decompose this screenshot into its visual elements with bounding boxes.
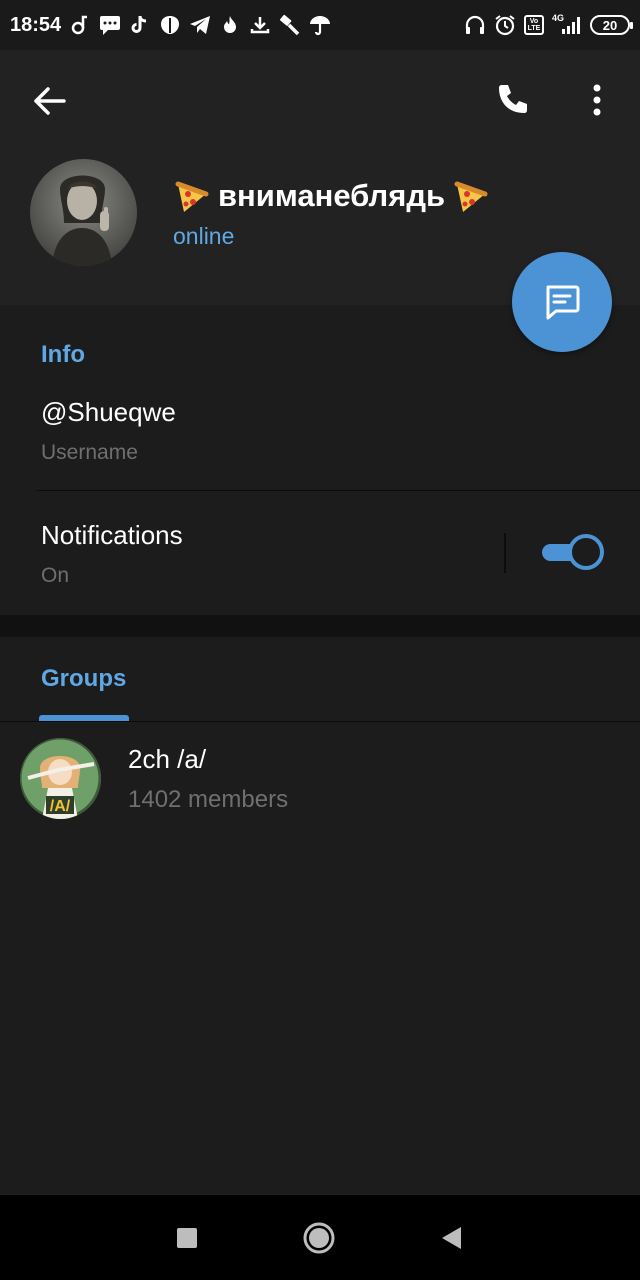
music-note-icon <box>69 14 91 36</box>
system-icons: Vo LTE 4G 20 <box>464 14 633 36</box>
info-section: Info @Shueqwe Username Notifications On <box>0 305 640 615</box>
profile-avatar[interactable] <box>30 159 137 266</box>
online-status: online <box>173 223 235 249</box>
shield-app-icon <box>159 14 181 36</box>
username-value[interactable]: @Shueqwe <box>41 397 176 428</box>
send-message-button[interactable] <box>512 252 612 352</box>
signal-icon: 4G <box>552 14 582 36</box>
alarm-icon <box>494 14 516 36</box>
circle-icon <box>303 1222 335 1254</box>
back-button[interactable] <box>26 78 72 124</box>
toggle-knob <box>568 534 604 570</box>
square-icon <box>177 1228 197 1248</box>
battery-level: 20 <box>602 17 618 33</box>
more-options-button[interactable] <box>574 76 620 124</box>
umbrella-icon <box>309 14 331 36</box>
more-vertical-icon <box>593 84 601 116</box>
notifications-toggle[interactable] <box>542 534 604 570</box>
hammer-icon <box>279 14 301 36</box>
telegram-icon <box>189 14 211 36</box>
message-icon <box>99 14 121 36</box>
pizza-emoji-icon <box>175 181 209 212</box>
username-label: Username <box>41 441 138 464</box>
profile-name-text: вниманеблядь <box>218 178 446 213</box>
battery-indicator: 20 <box>590 15 633 35</box>
list-item[interactable]: /A/ 2ch /a/ 1402 members <box>0 732 640 827</box>
groups-section: Groups /A/ 2ch /a/ 1402 members <box>0 637 640 1195</box>
phone-icon <box>499 85 527 113</box>
triangle-back-icon <box>442 1227 461 1249</box>
group-avatar: /A/ <box>20 738 101 819</box>
arrow-left-icon <box>34 87 66 115</box>
message-icon <box>546 285 580 320</box>
tab-groups[interactable]: Groups <box>41 665 126 693</box>
group-members-count: 1402 members <box>128 786 289 813</box>
recent-apps-button[interactable] <box>170 1221 204 1255</box>
back-nav-button[interactable] <box>434 1221 468 1255</box>
tiktok-icon <box>129 14 151 36</box>
flame-icon <box>219 14 241 36</box>
vertical-separator <box>504 533 506 573</box>
call-button[interactable] <box>488 76 536 124</box>
notifications-label[interactable]: Notifications <box>41 520 183 551</box>
profile-photo <box>30 159 137 266</box>
pizza-emoji-icon <box>454 181 488 212</box>
group-avatar-logo: /A/ <box>50 798 71 815</box>
system-navigation-bar <box>0 1195 640 1280</box>
profile-name: вниманеблядь <box>172 176 491 216</box>
volte-icon: Vo LTE <box>524 15 544 35</box>
download-icon <box>249 14 271 36</box>
group-name: 2ch /a/ <box>128 744 207 774</box>
headphones-icon <box>464 14 486 36</box>
home-button[interactable] <box>302 1221 336 1255</box>
tab-divider <box>0 721 640 722</box>
status-bar: 18:54 Vo LTE 4G 20 <box>0 0 640 50</box>
group-avatar-image: /A/ <box>20 738 101 819</box>
status-time: 18:54 <box>10 13 62 36</box>
notifications-status: On <box>41 564 70 587</box>
section-gap <box>0 615 640 637</box>
notification-icons <box>69 14 331 36</box>
info-title: Info <box>41 341 85 368</box>
divider <box>36 490 640 491</box>
